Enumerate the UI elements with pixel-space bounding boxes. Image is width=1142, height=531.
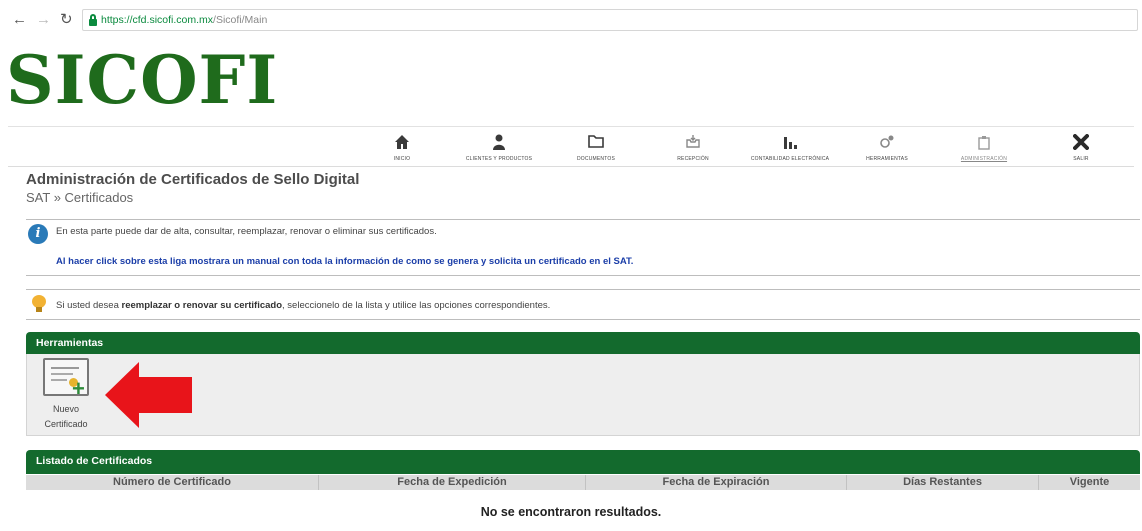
address-bar[interactable]: https://cfd.sicofi.com.mx/Sicofi/Main [82, 9, 1138, 31]
sicofi-logo[interactable]: SICOFI [6, 44, 278, 116]
new-certificate-button[interactable]: + Nuevo Certificado [38, 358, 94, 432]
tools-panel-header: Herramientas [26, 332, 1140, 354]
column-header-numero[interactable]: Número de Certificado [26, 475, 319, 490]
menu-item-recepcion[interactable]: RECEPCIÓN [638, 134, 748, 162]
manual-link[interactable]: Al hacer click sobre esta liga mostrara … [56, 256, 633, 267]
tools-panel-body [26, 354, 1140, 436]
info-text: En esta parte puede dar de alta, consult… [56, 226, 437, 237]
empty-message: No se encontraron resultados. [480, 505, 662, 519]
info-icon: i [28, 224, 48, 244]
tip-text: Si usted desea reemplazar o renovar su c… [56, 300, 551, 311]
gears-icon [832, 134, 942, 152]
menu-item-documentos[interactable]: DOCUMENTOS [541, 134, 651, 162]
divider [8, 166, 1134, 167]
bar-chart-icon [735, 134, 845, 152]
home-icon [347, 134, 457, 152]
column-header-expiracion[interactable]: Fecha de Expiración [586, 475, 847, 490]
new-certificate-icon: + [43, 358, 89, 400]
back-arrow-icon[interactable]: ← [12, 12, 27, 28]
column-header-vigente[interactable]: Vigente [1039, 475, 1140, 490]
menu-item-salir[interactable]: SALIR [1026, 134, 1136, 162]
url-text: https://cfd.sicofi.com.mx/Sicofi/Main [101, 14, 268, 26]
certificates-panel-header: Listado de Certificados [26, 450, 1140, 474]
new-certificate-label: Nuevo Certificado [44, 404, 88, 429]
menu-item-contabilidad[interactable]: CONTABILIDAD ELECTRÓNICA [735, 134, 845, 162]
page-title: Administración de Certificados de Sello … [26, 171, 360, 188]
menu-item-herramientas[interactable]: HERRAMIENTAS [832, 134, 942, 162]
divider [26, 319, 1140, 320]
forward-arrow-icon[interactable]: → [36, 12, 51, 28]
menu-item-inicio[interactable]: INICIO [347, 134, 457, 162]
menu-item-clientes[interactable]: CLIENTES Y PRODUCTOS [444, 134, 554, 162]
browser-bar: ← → ↻ https://cfd.sicofi.com.mx/Sicofi/M… [0, 0, 1142, 40]
lightbulb-icon [32, 295, 46, 313]
divider [26, 275, 1140, 276]
column-header-dias[interactable]: Días Restantes [847, 475, 1039, 490]
person-icon [444, 134, 554, 152]
divider [26, 289, 1140, 290]
folder-icon [541, 134, 651, 152]
column-header-expedicion[interactable]: Fecha de Expedición [319, 475, 586, 490]
admin-icon [929, 134, 1039, 152]
reload-icon[interactable]: ↻ [60, 12, 73, 28]
menu-item-administracion[interactable]: ADMINISTRACIÓN [929, 134, 1039, 162]
red-arrow-icon [105, 362, 192, 428]
breadcrumb: SAT » Certificados [26, 190, 134, 205]
divider [8, 126, 1134, 127]
main-menu: INICIO CLIENTES Y PRODUCTOS DOCUMENTOS R… [0, 134, 1142, 166]
exit-icon [1026, 134, 1136, 152]
inbox-icon [638, 134, 748, 152]
divider [26, 219, 1140, 220]
lock-icon [89, 14, 97, 26]
